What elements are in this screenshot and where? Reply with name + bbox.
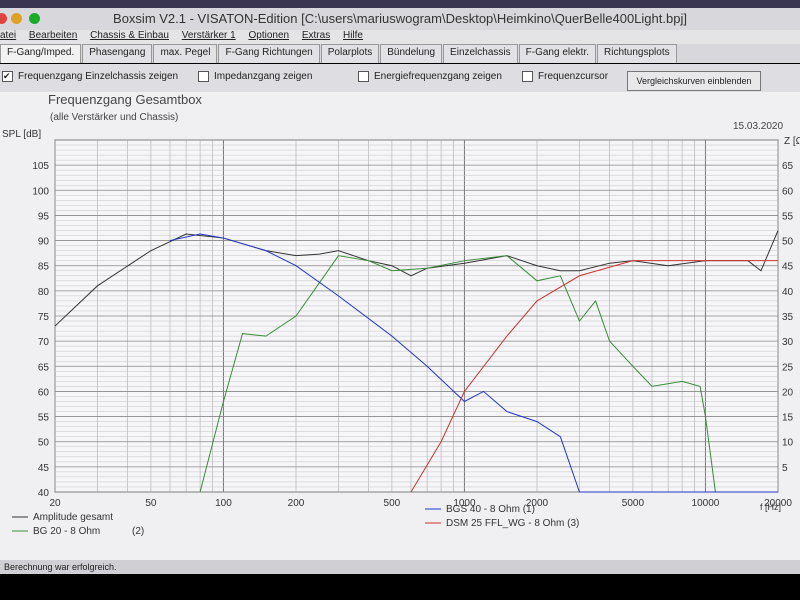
menu-bearbeiten[interactable]: Bearbeiten xyxy=(29,30,77,41)
x-tick-label: 500 xyxy=(384,498,401,509)
y2-tick-label: 40 xyxy=(782,287,794,298)
tab-richtungsplots[interactable]: Richtungsplots xyxy=(597,44,677,63)
menu-optionen[interactable]: Optionen xyxy=(248,30,289,41)
menu-chassis[interactable]: Chassis & Einbau xyxy=(90,30,169,41)
chart-title: Frequenzgang Gesamtbox xyxy=(48,92,202,107)
y2-tick-label: 60 xyxy=(782,186,794,197)
checkbox-box xyxy=(522,71,533,82)
y2-tick-label: 15 xyxy=(782,413,794,424)
chart-date: 15.03.2020 xyxy=(733,121,783,132)
tab-phasengang[interactable]: Phasengang xyxy=(82,44,153,63)
checkbox-einzelchassis[interactable]: ✔ Frequenzgang Einzelchassis zeigen xyxy=(2,71,178,82)
maximize-button[interactable] xyxy=(29,13,40,24)
window-title: Boxsim V2.1 - VISATON-Edition [C:\users\… xyxy=(113,11,687,26)
x-tick-label: 10000 xyxy=(692,498,720,509)
y-tick-label: 65 xyxy=(38,362,50,373)
chart-panel: Frequenzgang Gesamtbox (alle Verstärker … xyxy=(0,92,800,560)
y-axis-label: SPL [dB] xyxy=(2,129,41,140)
x-tick-label: 20000 xyxy=(764,498,792,509)
y2-tick-label: 50 xyxy=(782,237,794,248)
tab-polarplots[interactable]: Polarplots xyxy=(320,44,380,63)
y2-tick-label: 30 xyxy=(782,337,794,348)
y-tick-label: 85 xyxy=(38,262,50,273)
status-bar: Berechnung war erfolgreich. xyxy=(0,560,800,574)
legend-label: DSM 25 FFL_WG - 8 Ohm (3) xyxy=(446,518,579,529)
checkbox-impedanz[interactable]: Impedanzgang zeigen xyxy=(198,71,312,82)
y2-tick-label: 45 xyxy=(782,262,794,273)
y-tick-label: 70 xyxy=(38,337,50,348)
y-tick-label: 45 xyxy=(38,463,50,474)
tab-fgang-imped[interactable]: F-Gang/Imped. xyxy=(0,44,82,63)
y-tick-label: 90 xyxy=(38,237,50,248)
checkbox-frequenzcursor[interactable]: Frequenzcursor xyxy=(522,71,608,82)
title-bar: Boxsim V2.1 - VISATON-Edition [C:\users\… xyxy=(0,8,800,30)
minimize-button[interactable] xyxy=(11,13,22,24)
y-tick-label: 75 xyxy=(38,312,50,323)
y2-tick-label: 10 xyxy=(782,438,794,449)
chart-subtitle: (alle Verstärker und Chassis) xyxy=(50,112,178,123)
x-tick-label: 20 xyxy=(49,498,61,509)
legend-label: BGS 40 - 8 Ohm (1) xyxy=(446,504,535,515)
x-tick-label: 100 xyxy=(215,498,232,509)
menu-verstaerker[interactable]: Verstärker 1 xyxy=(182,30,236,41)
compare-curves-button[interactable]: Vergleichskurven einblenden xyxy=(627,71,761,91)
legend-suffix: (2) xyxy=(132,526,144,537)
y-tick-label: 100 xyxy=(32,186,49,197)
close-button[interactable] xyxy=(0,13,7,24)
y2-axis-label: Z [Ω] xyxy=(784,136,800,147)
legend-label: Amplitude gesamt xyxy=(33,512,113,523)
frequency-response-chart: Frequenzgang Gesamtbox (alle Verstärker … xyxy=(2,92,800,537)
y2-tick-label: 5 xyxy=(782,463,788,474)
y-tick-label: 40 xyxy=(38,488,50,499)
legend-label: BG 20 - 8 Ohm xyxy=(33,526,100,537)
y2-tick-label: 65 xyxy=(782,161,794,172)
menu-hilfe[interactable]: Hilfe xyxy=(343,30,363,41)
y2-tick-label: 20 xyxy=(782,387,794,398)
tab-fgang-richtungen[interactable]: F-Gang Richtungen xyxy=(218,44,320,63)
checkbox-energie[interactable]: Energiefrequenzgang zeigen xyxy=(358,71,502,82)
x-tick-label: 200 xyxy=(288,498,305,509)
menu-extras[interactable]: Extras xyxy=(302,30,330,41)
y-tick-label: 50 xyxy=(38,438,50,449)
menu-bar: atei Bearbeiten Chassis & Einbau Verstär… xyxy=(0,30,800,44)
checkbox-box xyxy=(358,71,369,82)
x-tick-label: 50 xyxy=(145,498,157,509)
y2-tick-label: 25 xyxy=(782,362,794,373)
tab-bar: F-Gang/Imped. Phasengang max. Pegel F-Ga… xyxy=(0,44,800,63)
menu-datei[interactable]: atei xyxy=(0,30,16,41)
y2-tick-label: 35 xyxy=(782,312,794,323)
options-bar: ✔ Frequenzgang Einzelchassis zeigen Imped… xyxy=(0,64,800,92)
y2-tick-label: 55 xyxy=(782,211,794,222)
y-tick-label: 80 xyxy=(38,287,50,298)
x-tick-label: 5000 xyxy=(622,498,645,509)
y-tick-label: 105 xyxy=(32,161,49,172)
checkmark-icon: ✔ xyxy=(2,71,13,82)
tab-max-pegel[interactable]: max. Pegel xyxy=(153,44,218,63)
tab-buendelung[interactable]: Bündelung xyxy=(380,44,443,63)
checkbox-box xyxy=(198,71,209,82)
y-tick-label: 95 xyxy=(38,211,50,222)
tab-einzelchassis[interactable]: Einzelchassis xyxy=(443,44,518,63)
y-tick-label: 60 xyxy=(38,387,50,398)
tab-fgang-elektr[interactable]: F-Gang elektr. xyxy=(518,44,596,63)
y-tick-label: 55 xyxy=(38,413,50,424)
